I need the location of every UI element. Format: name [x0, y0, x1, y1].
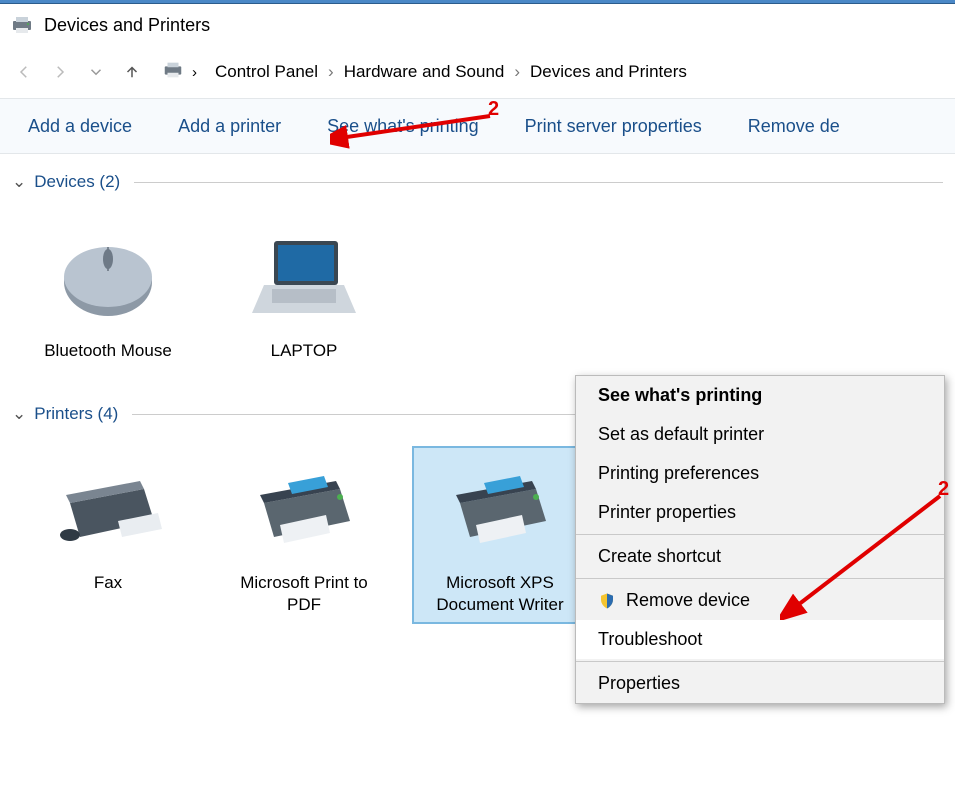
context-menu: See what's printing Set as default print… — [575, 375, 945, 704]
device-item[interactable]: Bluetooth Mouse — [20, 214, 196, 370]
see-printing-button[interactable]: See what's printing — [327, 116, 479, 137]
cm-see-printing[interactable]: See what's printing — [576, 376, 944, 415]
printer-label: Microsoft XPS Document Writer — [420, 572, 580, 616]
add-printer-button[interactable]: Add a printer — [178, 116, 281, 137]
shield-icon — [598, 592, 616, 610]
group-devices-header[interactable]: ⌄ Devices (2) — [12, 164, 943, 196]
printer-label: Fax — [94, 572, 122, 594]
printer-item[interactable]: Microsoft Print to PDF — [216, 446, 392, 624]
crumb-devices-printers[interactable]: Devices and Printers — [526, 60, 691, 84]
printer-label: Microsoft Print to PDF — [224, 572, 384, 616]
print-server-button[interactable]: Print server properties — [525, 116, 702, 137]
cm-remove-device[interactable]: Remove device — [576, 581, 944, 620]
chevron-right-icon: › — [192, 64, 197, 81]
title-bar: Devices and Printers — [0, 4, 955, 46]
command-toolbar: Add a device Add a printer See what's pr… — [0, 98, 955, 154]
breadcrumb: Control Panel › Hardware and Sound › Dev… — [211, 60, 691, 84]
cm-troubleshoot[interactable]: Troubleshoot — [576, 620, 944, 659]
printer-item-selected[interactable]: Microsoft XPS Document Writer — [412, 446, 588, 624]
chevron-down-icon: ⌄ — [12, 404, 26, 424]
printer-icon — [440, 454, 560, 564]
mouse-icon — [48, 222, 168, 332]
divider — [134, 182, 943, 183]
crumb-control-panel[interactable]: Control Panel — [211, 60, 322, 84]
device-item[interactable]: LAPTOP — [216, 214, 392, 370]
cm-set-default[interactable]: Set as default printer — [576, 415, 944, 454]
window-title: Devices and Printers — [44, 15, 210, 36]
chevron-right-icon: › — [328, 62, 334, 82]
laptop-icon — [244, 222, 364, 332]
cm-printer-props[interactable]: Printer properties — [576, 493, 944, 532]
fax-icon — [48, 454, 168, 564]
back-button[interactable] — [10, 58, 38, 86]
divider — [576, 578, 944, 579]
navigation-row: › Control Panel › Hardware and Sound › D… — [0, 46, 955, 98]
chevron-down-icon: ⌄ — [12, 172, 26, 192]
cm-create-shortcut[interactable]: Create shortcut — [576, 537, 944, 576]
printer-item[interactable]: Fax — [20, 446, 196, 624]
printer-panel-icon — [10, 13, 34, 37]
crumb-hardware-sound[interactable]: Hardware and Sound — [340, 60, 509, 84]
chevron-right-icon: › — [514, 62, 520, 82]
cm-printing-prefs[interactable]: Printing preferences — [576, 454, 944, 493]
breadcrumb-panel-icon — [162, 59, 184, 85]
up-button[interactable] — [118, 58, 146, 86]
devices-items: Bluetooth Mouse LAPTOP — [12, 196, 943, 396]
forward-button[interactable] — [46, 58, 74, 86]
group-devices-label: Devices (2) — [34, 172, 120, 192]
recent-button[interactable] — [82, 58, 110, 86]
group-printers-label: Printers (4) — [34, 404, 118, 424]
device-label: Bluetooth Mouse — [44, 340, 172, 362]
device-label: LAPTOP — [271, 340, 338, 362]
divider — [576, 534, 944, 535]
cm-properties[interactable]: Properties — [576, 664, 944, 703]
add-device-button[interactable]: Add a device — [28, 116, 132, 137]
printer-icon — [244, 454, 364, 564]
remove-device-toolbar-button[interactable]: Remove de — [748, 116, 840, 137]
divider — [576, 661, 944, 662]
